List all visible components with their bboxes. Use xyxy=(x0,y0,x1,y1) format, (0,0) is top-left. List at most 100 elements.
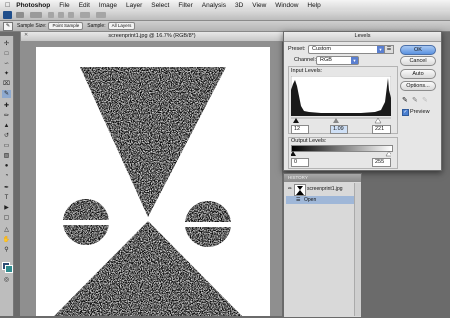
output-white-field[interactable]: 255 xyxy=(372,158,391,167)
input-black-slider[interactable] xyxy=(293,118,299,123)
input-white-slider[interactable] xyxy=(374,117,382,124)
output-sliders[interactable] xyxy=(291,151,391,157)
preset-label: Preset: xyxy=(288,46,306,52)
document-image[interactable] xyxy=(36,47,270,316)
open-state-icon: ☰ xyxy=(296,197,301,203)
healing-brush-icon[interactable]: ✚ xyxy=(2,102,11,110)
history-snapshot[interactable]: ✏ screenprint1.jpg xyxy=(286,184,359,196)
histogram[interactable] xyxy=(291,76,391,116)
preview-checkbox[interactable]: ✓ xyxy=(402,109,409,116)
gray-point-eyedropper-icon[interactable]: ✎ xyxy=(412,96,418,104)
preset-select[interactable]: Custom ▼ xyxy=(308,45,385,54)
white-point-eyedropper-icon[interactable]: ✎ xyxy=(422,96,428,104)
screenprint-artwork xyxy=(54,67,242,316)
screen-mode-icon[interactable] xyxy=(96,12,106,18)
clone-stamp-icon[interactable]: ▲ xyxy=(2,122,11,130)
preview-label: Preview xyxy=(410,109,430,115)
menu-filter[interactable]: Filter xyxy=(178,2,192,9)
application-bar xyxy=(0,10,450,21)
dodge-tool-icon[interactable]: ◔ xyxy=(2,172,11,180)
channel-value: RGB xyxy=(320,57,332,63)
history-brush-icon[interactable]: ↺ xyxy=(2,132,11,140)
tools-panel: ✢ □ ∽ ✦ ⌧ ✎ ✚ ✏ ▲ ↺ ▭ ▧ ● ◔ ✒ T ▶ ▢ △ ✋ … xyxy=(0,36,14,316)
output-black-slider[interactable] xyxy=(291,151,296,156)
eyedropper-tool-icon[interactable]: ✎ xyxy=(3,21,13,31)
menu-view[interactable]: View xyxy=(252,2,266,9)
menu-analysis[interactable]: Analysis xyxy=(202,2,226,9)
eraser-tool-icon[interactable]: ▭ xyxy=(2,142,11,150)
quick-mask-icon[interactable]: ◎ xyxy=(2,276,11,284)
eyedropper-icon[interactable]: ✎ xyxy=(2,90,11,98)
chevron-down-icon: ▼ xyxy=(351,57,358,64)
black-point-eyedropper-icon[interactable]: ✎ xyxy=(402,96,408,104)
rotate-view-icon[interactable] xyxy=(68,12,74,18)
background-color-swatch[interactable] xyxy=(5,265,13,273)
snapshot-thumbnail xyxy=(294,184,306,196)
hand-icon[interactable]: ✋ xyxy=(2,236,11,244)
history-scrollbar[interactable] xyxy=(354,183,361,316)
arrange-documents-icon[interactable] xyxy=(80,12,90,18)
menu-app-name[interactable]: Photoshop xyxy=(16,2,50,9)
type-tool-icon[interactable]: T xyxy=(2,194,11,202)
menu-image[interactable]: Image xyxy=(99,2,117,9)
menu-file[interactable]: File xyxy=(59,2,69,9)
input-black-field[interactable]: 12 xyxy=(291,125,309,134)
input-gamma-field[interactable]: 1.09 xyxy=(330,125,348,134)
sample-size-select[interactable]: Point Sample xyxy=(48,22,84,30)
preset-options-icon[interactable]: ☰ xyxy=(384,45,394,54)
history-tab[interactable]: HISTORY xyxy=(284,174,361,182)
snapshot-label: screenprint1.jpg xyxy=(307,186,343,192)
history-source-icon[interactable]: ✏ xyxy=(288,185,293,193)
menu-edit[interactable]: Edit xyxy=(79,2,90,9)
output-white-slider[interactable] xyxy=(385,151,391,157)
path-select-icon[interactable]: ▶ xyxy=(2,204,11,212)
zoom-tool-icon[interactable] xyxy=(58,12,64,18)
zoom-level-icon[interactable] xyxy=(30,12,42,18)
brush-tool-icon[interactable]: ✏ xyxy=(2,112,11,120)
channel-label: Channel: xyxy=(294,57,317,63)
cancel-button[interactable]: Cancel xyxy=(400,56,436,66)
blur-tool-icon[interactable]: ● xyxy=(2,162,11,170)
options-button[interactable]: Options... xyxy=(400,81,436,91)
top-triangle xyxy=(80,67,226,217)
preset-value: Custom xyxy=(312,46,331,52)
input-levels-label: Input Levels: xyxy=(291,68,323,74)
bridge-icon[interactable] xyxy=(16,12,24,18)
auto-button[interactable]: Auto xyxy=(400,69,436,79)
hand-tool-icon[interactable] xyxy=(48,12,54,18)
input-sliders[interactable] xyxy=(291,117,391,124)
close-document-icon[interactable]: ✕ xyxy=(24,33,29,38)
input-white-field[interactable]: 221 xyxy=(372,125,391,134)
output-levels-label: Output Levels: xyxy=(291,138,327,144)
left-circle-split xyxy=(56,220,116,225)
lasso-tool-icon[interactable]: ∽ xyxy=(2,60,11,68)
quick-select-tool-icon[interactable]: ✦ xyxy=(2,70,11,78)
move-tool-icon[interactable]: ✢ xyxy=(2,40,11,48)
history-state-open[interactable]: ☰ Open xyxy=(286,196,359,204)
menu-3d[interactable]: 3D xyxy=(235,2,243,9)
pen-tool-icon[interactable]: ✒ xyxy=(2,184,11,192)
channel-select[interactable]: RGB ▼ xyxy=(316,56,359,65)
3d-rotate-icon[interactable]: △ xyxy=(2,226,11,234)
ok-button[interactable]: OK xyxy=(400,45,436,55)
marquee-tool-icon[interactable]: □ xyxy=(2,50,11,58)
zoom-icon[interactable]: ⚲ xyxy=(2,246,11,254)
right-circle-split xyxy=(178,222,238,227)
history-state-label: Open xyxy=(304,197,317,203)
levels-dialog: Levels Preset: Custom ▼ ☰ Channel: RGB ▼… xyxy=(283,31,442,171)
apple-icon[interactable]:  xyxy=(5,2,10,9)
input-gamma-slider[interactable] xyxy=(333,118,339,123)
crop-tool-icon[interactable]: ⌧ xyxy=(2,80,11,88)
sample-size-label: Sample Size: xyxy=(17,23,47,29)
menu-select[interactable]: Select xyxy=(151,2,169,9)
sample-select[interactable]: All Layers xyxy=(107,22,136,30)
gradient-tool-icon[interactable]: ▧ xyxy=(2,152,11,160)
levels-title: Levels xyxy=(284,32,441,42)
shape-tool-icon[interactable]: ▢ xyxy=(2,214,11,222)
menu-help[interactable]: Help xyxy=(307,2,320,9)
history-panel: HISTORY ✏ screenprint1.jpg ☰ Open xyxy=(283,173,362,318)
chevron-down-icon: ▼ xyxy=(377,46,384,53)
menu-layer[interactable]: Layer xyxy=(126,2,142,9)
menu-window[interactable]: Window xyxy=(275,2,298,9)
output-black-field[interactable]: 0 xyxy=(291,158,309,167)
